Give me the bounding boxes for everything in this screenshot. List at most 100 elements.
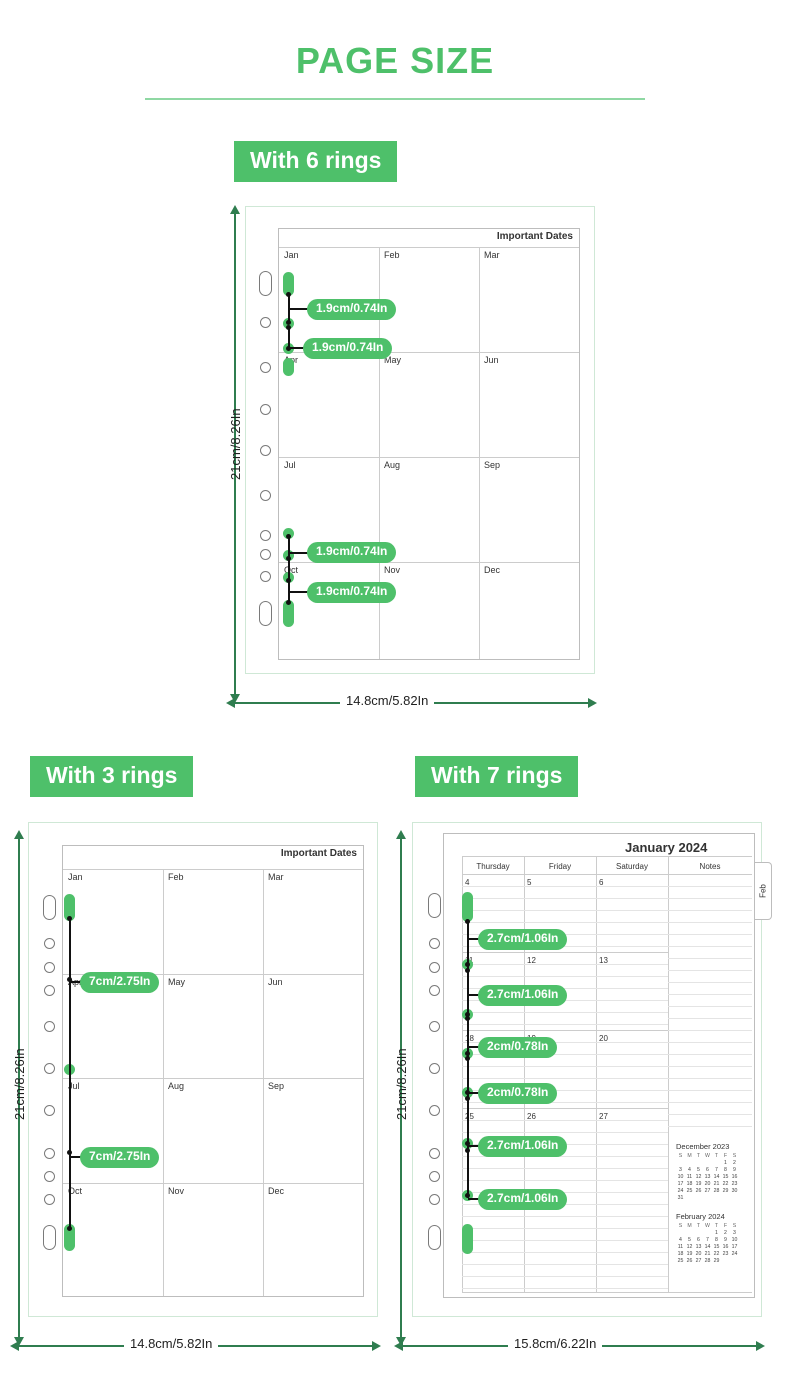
mini-calendar-grid: S M T W T F S 1 2 3 4 5 6 7 8 9 10 11 12 13 14 15 16 17 18 19 20 21…	[676, 1153, 739, 1202]
mini-calendar-day: 3	[733, 1230, 736, 1236]
mini-calendar-day: 14	[713, 1174, 720, 1180]
dim-arrow-right	[588, 698, 597, 708]
ring-hole-slot	[428, 1225, 441, 1250]
mini-calendar-day	[703, 1160, 712, 1167]
mini-calendar-day	[721, 1258, 730, 1265]
ring-hole	[44, 1148, 55, 1159]
mini-calendar-grid: S M T W T F S 1 2 3 4 5 6 7 8 9 10 11 12 13 14 15 16 17 18 19 20 21…	[676, 1223, 739, 1265]
month-label: Sep	[268, 1081, 285, 1091]
month-label: Mar	[484, 250, 500, 260]
spacing-pill: 7cm/2.75In	[80, 1147, 160, 1168]
ring-hole-slot	[259, 271, 272, 296]
mini-calendar-day: 26	[686, 1258, 693, 1264]
spacing-connector	[467, 966, 469, 1014]
dim-arrow-left	[226, 698, 235, 708]
connector-dot	[67, 1150, 72, 1155]
mini-calendar-day	[694, 1230, 703, 1237]
mini-calendar-day: 15	[722, 1174, 729, 1180]
ruled-line	[668, 1114, 752, 1115]
mini-calendar-day: 5	[688, 1237, 691, 1243]
ruled-line	[668, 994, 752, 995]
mini-calendar-day: 30	[731, 1188, 738, 1194]
dim-arrow-up	[14, 830, 24, 839]
ruled-line	[668, 1042, 752, 1043]
ring-hole	[429, 962, 440, 973]
mini-calendar-day: 27	[704, 1188, 711, 1194]
mini-calendar-weekday: S	[732, 1153, 737, 1159]
ring-hole	[429, 1148, 440, 1159]
ring-hole	[44, 1021, 55, 1032]
mini-calendar-day: 21	[713, 1181, 720, 1187]
month-label: Dec	[268, 1186, 285, 1196]
ruled-line	[462, 1276, 668, 1277]
ruled-line	[668, 922, 752, 923]
month-label: Feb	[384, 250, 400, 260]
ruled-line	[462, 910, 668, 911]
mini-calendar-day: 23	[722, 1251, 729, 1257]
grid-line	[462, 1292, 752, 1293]
mini-calendar-day: 10	[677, 1174, 684, 1180]
mini-calendar-day: 9	[733, 1167, 736, 1173]
connector-dot	[286, 325, 291, 330]
mini-calendar-day: 3	[679, 1167, 682, 1173]
month-tab-label: Feb	[758, 884, 768, 898]
mini-calendar-weekday: W	[705, 1223, 710, 1229]
mini-calendar-day	[685, 1160, 694, 1167]
ring-hole	[429, 1194, 440, 1205]
ruled-line	[668, 1066, 752, 1067]
mini-calendar-day	[676, 1160, 685, 1167]
ring-hole-slot	[259, 601, 272, 626]
spacing-pill: 2.7cm/1.06In	[478, 1136, 568, 1157]
mini-calendar-day	[712, 1195, 721, 1202]
mini-calendar-day: 13	[695, 1244, 702, 1250]
mini-calendar-weekday: F	[723, 1153, 728, 1159]
month-label: Jan	[284, 250, 299, 260]
mini-calendar-day	[703, 1230, 712, 1237]
mini-calendar-day: 24	[677, 1188, 684, 1194]
spacing-pill: 2.7cm/1.06In	[478, 1189, 568, 1210]
ring-hole	[44, 938, 55, 949]
mini-calendar-day: 14	[704, 1244, 711, 1250]
mini-calendar-title: December 2023	[676, 1142, 730, 1151]
column-header: Friday	[548, 862, 572, 871]
mini-calendar-day: 20	[695, 1251, 702, 1257]
mini-calendar-day: 20	[704, 1181, 711, 1187]
ruled-line	[668, 1126, 752, 1127]
spacing-pill: 1.9cm/0.74In	[307, 542, 397, 563]
ring-hole	[429, 1105, 440, 1116]
month-tab-feb[interactable]: Feb	[755, 862, 772, 920]
ruled-line	[462, 1012, 668, 1013]
mini-calendar-weekday: S	[732, 1223, 737, 1229]
mini-calendar-day: 28	[713, 1188, 720, 1194]
mini-calendar-day: 17	[731, 1244, 738, 1250]
connector-dot	[465, 919, 470, 924]
punch-mark	[462, 1224, 473, 1254]
ruled-line	[668, 946, 752, 947]
mini-calendar-day	[730, 1258, 739, 1265]
ring-hole	[429, 1171, 440, 1182]
ruled-line	[668, 1030, 752, 1031]
mini-calendar-day: 7	[715, 1167, 718, 1173]
mini-calendar-day: 28	[704, 1258, 711, 1264]
mini-calendar-day: 8	[724, 1167, 727, 1173]
ring-hole	[260, 530, 271, 541]
ruled-line	[462, 1240, 668, 1241]
sheet-header-7: January 2024	[625, 840, 708, 855]
spacing-pill: 7cm/2.75In	[80, 972, 160, 993]
grid-line	[462, 856, 752, 857]
spacing-connector	[69, 1070, 71, 1228]
connector-dot	[286, 292, 291, 297]
mini-calendar-day: 13	[704, 1174, 711, 1180]
mini-calendar-february: February 2024 S M T W T F S 1 2 3 4 5 6 7 8 9 10 11 12 13 14…	[676, 1212, 739, 1265]
tag-with-6-rings: With 6 rings	[234, 141, 398, 183]
connector-dot	[465, 1148, 470, 1153]
mini-calendar-day: 18	[686, 1181, 693, 1187]
ring-hole	[260, 445, 271, 456]
ruled-line	[462, 922, 668, 923]
ring-hole	[260, 317, 271, 328]
ruled-line	[462, 1066, 668, 1067]
sheet-header-6: Important Dates	[496, 231, 573, 242]
ruled-line	[462, 1252, 668, 1253]
punch-mark	[283, 358, 294, 376]
ring-hole	[260, 571, 271, 582]
